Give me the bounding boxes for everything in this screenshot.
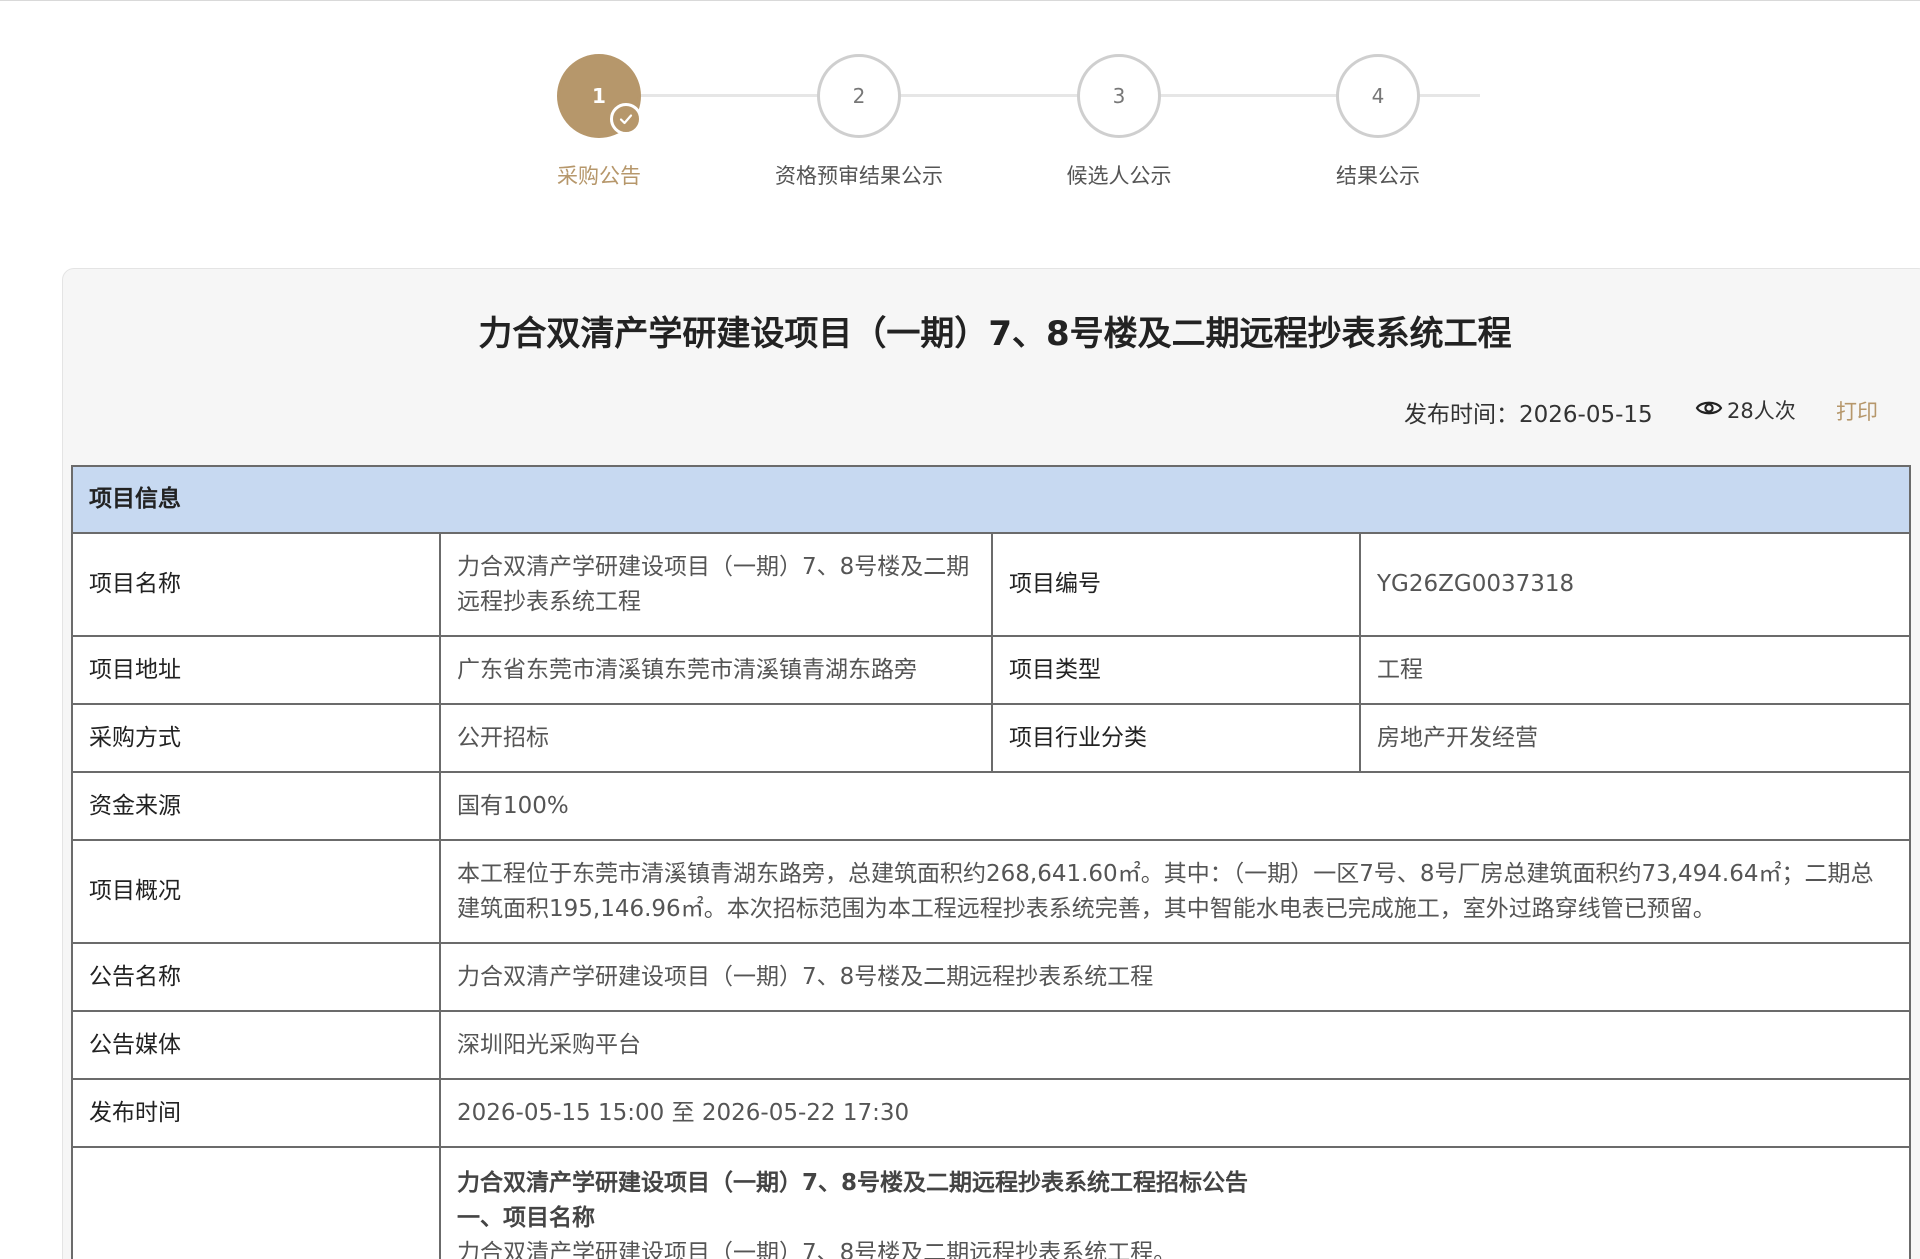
step-4-number: 4 <box>1371 84 1385 108</box>
project-info-table: 项目信息 项目名称 力合双清产学研建设项目（一期）7、8号楼及二期远程抄表系统工… <box>71 465 1911 1259</box>
address-value: 广东省东莞市清溪镇东莞市清溪镇青湖东路旁 <box>439 635 993 705</box>
table-row: 公告媒体 深圳阳光采购平台 <box>71 1010 1911 1080</box>
check-icon <box>610 103 642 135</box>
industry-label: 项目行业分类 <box>991 703 1361 773</box>
print-link[interactable]: 打印 <box>1836 396 1878 426</box>
step-3[interactable]: 3 <box>1077 54 1161 138</box>
notice-content: 力合双清产学研建设项目（一期）7、8号楼及二期远程抄表系统工程招标公告 一、项目… <box>439 1146 1911 1259</box>
table-row: 力合双清产学研建设项目（一期）7、8号楼及二期远程抄表系统工程招标公告 一、项目… <box>71 1146 1911 1259</box>
step-2[interactable]: 2 <box>817 54 901 138</box>
table-row: 资金来源 国有100% <box>71 771 1911 841</box>
funding-value: 国有100% <box>439 771 1911 841</box>
section-header: 项目信息 <box>71 465 1911 534</box>
project-code-value: YG26ZG0037318 <box>1359 532 1911 637</box>
content-section-1: 一、项目名称 <box>457 1205 595 1231</box>
step-3-number: 3 <box>1112 84 1126 108</box>
media-value: 深圳阳光采购平台 <box>439 1010 1911 1080</box>
time-label: 发布时间 <box>71 1078 441 1148</box>
step-2-label[interactable]: 资格预审结果公示 <box>729 160 989 190</box>
industry-value: 房地产开发经营 <box>1359 703 1911 773</box>
table-row: 项目名称 力合双清产学研建设项目（一期）7、8号楼及二期远程抄表系统工程 项目编… <box>71 532 1911 637</box>
publish-date: 2026-05-15 <box>1519 402 1653 428</box>
step-1-number: 1 <box>592 84 606 108</box>
step-2-number: 2 <box>852 84 866 108</box>
overview-label: 项目概况 <box>71 839 441 944</box>
eye-icon <box>1695 398 1723 423</box>
step-1[interactable]: 1 <box>557 54 642 138</box>
step-4[interactable]: 4 <box>1336 54 1420 138</box>
media-label: 公告媒体 <box>71 1010 441 1080</box>
view-count-text: 28人次 <box>1727 399 1796 423</box>
table-row: 项目地址 广东省东莞市清溪镇东莞市清溪镇青湖东路旁 项目类型 工程 <box>71 635 1911 705</box>
table-row: 发布时间 2026-05-15 15:00 至 2026-05-22 17:30 <box>71 1078 1911 1148</box>
publish-label: 发布时间： <box>1404 402 1519 428</box>
table-row: 公告名称 力合双清产学研建设项目（一期）7、8号楼及二期远程抄表系统工程 <box>71 942 1911 1012</box>
overview-value: 本工程位于东莞市清溪镇青湖东路旁，总建筑面积约268,641.60㎡。其中：（一… <box>439 839 1911 944</box>
method-label: 采购方式 <box>71 703 441 773</box>
progress-steps: 1 2 3 4 采购公告 资格预审结果公示 候选人公示 结果公示 <box>0 0 1920 200</box>
method-value: 公开招标 <box>439 703 993 773</box>
content-text-1: 力合双清产学研建设项目（一期）7、8号楼及二期远程抄表系统工程。 <box>457 1240 1177 1259</box>
project-name-value: 力合双清产学研建设项目（一期）7、8号楼及二期远程抄表系统工程 <box>439 532 993 637</box>
table-header-row: 项目信息 <box>71 465 1911 534</box>
funding-label: 资金来源 <box>71 771 441 841</box>
publish-info: 发布时间：2026-05-15 <box>1404 395 1653 429</box>
table-row: 项目概况 本工程位于东莞市清溪镇青湖东路旁，总建筑面积约268,641.60㎡。… <box>71 839 1911 944</box>
step-3-label[interactable]: 候选人公示 <box>989 160 1249 190</box>
notice-name-value: 力合双清产学研建设项目（一期）7、8号楼及二期远程抄表系统工程 <box>439 942 1911 1012</box>
project-name-label: 项目名称 <box>71 532 441 637</box>
notice-title: 力合双清产学研建设项目（一期）7、8号楼及二期远程抄表系统工程 <box>478 314 1512 354</box>
type-value: 工程 <box>1359 635 1911 705</box>
time-value: 2026-05-15 15:00 至 2026-05-22 17:30 <box>439 1078 1911 1148</box>
page: 1 2 3 4 采购公告 资格预审结果公示 候选人公示 结果公示 力合双清产学研… <box>0 0 1920 1259</box>
type-label: 项目类型 <box>991 635 1361 705</box>
table-row: 采购方式 公开招标 项目行业分类 房地产开发经营 <box>71 703 1911 773</box>
address-label: 项目地址 <box>71 635 441 705</box>
notice-name-label: 公告名称 <box>71 942 441 1012</box>
step-1-label[interactable]: 采购公告 <box>469 160 729 190</box>
step-4-label[interactable]: 结果公示 <box>1248 160 1508 190</box>
content-label-cell <box>71 1146 441 1259</box>
view-count: 28人次 <box>1695 395 1796 425</box>
project-code-label: 项目编号 <box>991 532 1361 637</box>
content-title: 力合双清产学研建设项目（一期）7、8号楼及二期远程抄表系统工程招标公告 <box>457 1170 1249 1196</box>
